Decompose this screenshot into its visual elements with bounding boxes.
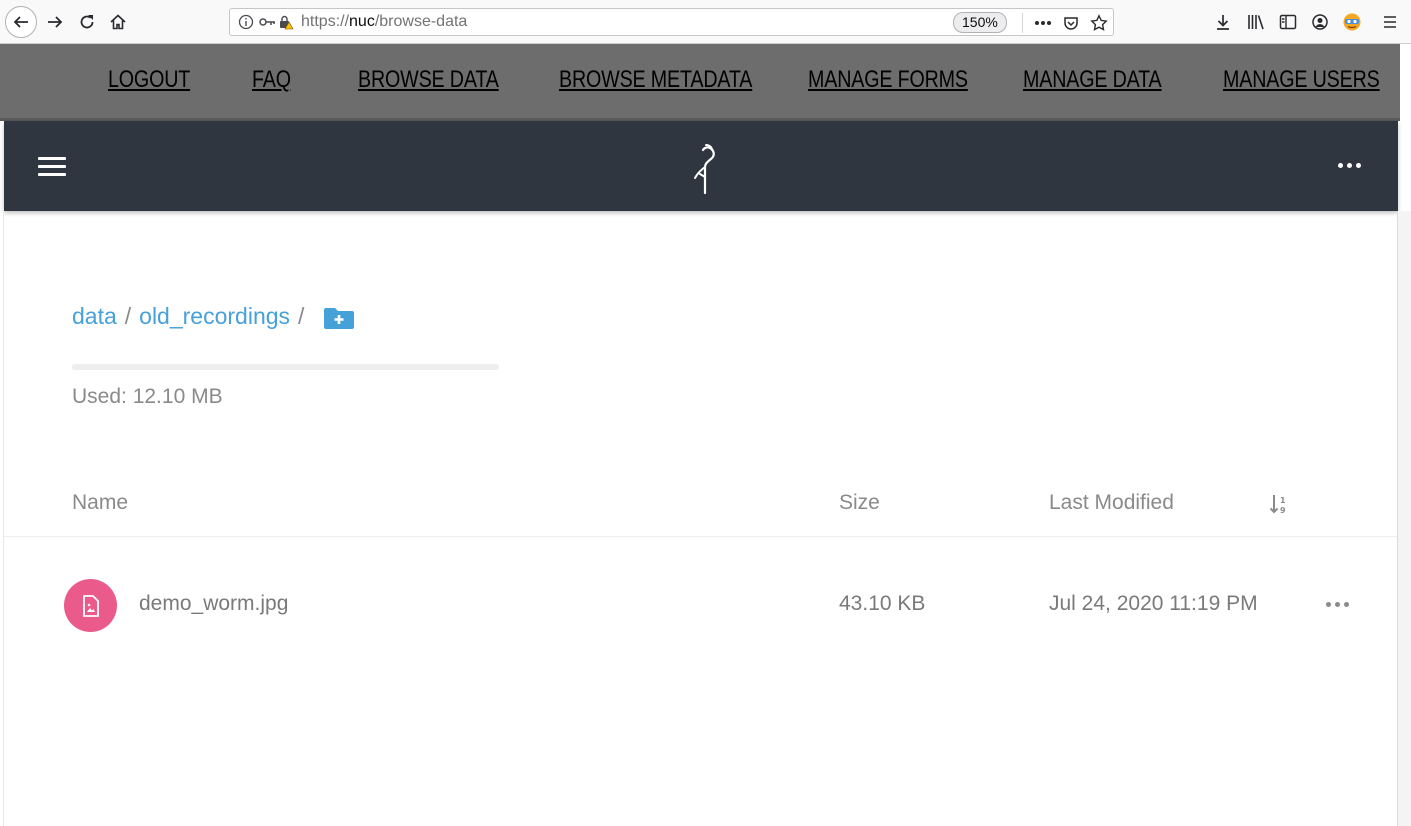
add-folder-icon[interactable] — [323, 306, 355, 330]
menu-link-logout[interactable]: LOGOUT — [108, 66, 190, 94]
image-file-icon[interactable] — [64, 579, 117, 632]
breadcrumb-item-data[interactable]: data — [72, 303, 117, 329]
back-icon[interactable] — [5, 6, 37, 38]
page-scrollbar[interactable] — [1397, 211, 1411, 826]
insecure-lock-icon[interactable] — [278, 14, 294, 34]
account-icon[interactable] — [1308, 10, 1332, 34]
hamburger-icon[interactable] — [38, 157, 68, 177]
url-separator — [1022, 13, 1023, 33]
table-row[interactable]: demo_worm.jpg 43.10 KB Jul 24, 2020 11:1… — [4, 560, 1397, 650]
menu-link-manage-forms[interactable]: MANAGE FORMS — [808, 66, 968, 94]
menu-icon[interactable] — [1378, 10, 1402, 34]
file-name[interactable]: demo_worm.jpg — [139, 592, 288, 616]
url-bar[interactable]: https://nuc/browse-data 150% — [229, 8, 1114, 36]
storage-used-label: Used: 12.10 MB — [72, 385, 223, 408]
row-more-options-icon[interactable] — [1326, 602, 1349, 607]
menu-link-manage-data[interactable]: MANAGE DATA — [1023, 66, 1162, 94]
breadcrumb-separator: / — [124, 303, 132, 329]
breadcrumb: data / old_recordings / — [72, 303, 312, 333]
file-size: 43.10 KB — [839, 592, 926, 615]
url-text[interactable]: https://nuc/browse-data — [301, 13, 467, 31]
bookmark-star-icon[interactable] — [1088, 12, 1110, 34]
menu-link-browse-metadata[interactable]: BROWSE METADATA — [559, 66, 752, 94]
column-header-name[interactable]: Name — [72, 491, 128, 515]
storage-usage-bar — [72, 364, 499, 370]
svg-text:1: 1 — [1280, 496, 1286, 505]
more-options-icon[interactable] — [1338, 157, 1368, 173]
forward-icon[interactable] — [40, 7, 70, 37]
column-header-last-modified[interactable]: Last Modified — [1049, 491, 1174, 515]
zoom-level-badge[interactable]: 150% — [953, 12, 1007, 33]
minio-logo — [692, 141, 720, 199]
browser-toolbar: https://nuc/browse-data 150% — [0, 0, 1411, 44]
sort-icon[interactable]: 19 — [1269, 493, 1289, 519]
page-actions-icon[interactable] — [1032, 12, 1054, 34]
menu-link-manage-users[interactable]: MANAGE USERS — [1223, 66, 1380, 94]
download-icon[interactable] — [1211, 10, 1235, 34]
menu-link-browse-data[interactable]: BROWSE DATA — [358, 66, 499, 94]
app-header — [4, 121, 1398, 211]
home-icon[interactable] — [103, 7, 133, 37]
pocket-icon[interactable] — [1060, 12, 1082, 34]
svg-text:9: 9 — [1280, 506, 1286, 515]
breadcrumb-separator: / — [298, 303, 305, 329]
library-icon[interactable] — [1244, 10, 1268, 34]
column-header-size[interactable]: Size — [839, 491, 880, 515]
extension-icon[interactable] — [1340, 10, 1364, 34]
table-header: Name Size Last Modified 19 — [4, 480, 1397, 537]
sidebar-icon[interactable] — [1276, 10, 1300, 34]
info-icon[interactable] — [238, 14, 254, 34]
reload-icon[interactable] — [72, 7, 102, 37]
site-top-menu: LOGOUT FAQ BROWSE DATA BROWSE METADATA M… — [0, 44, 1400, 118]
file-last-modified: Jul 24, 2020 11:19 PM — [1049, 592, 1258, 615]
key-icon[interactable] — [258, 14, 276, 34]
menu-link-faq[interactable]: FAQ — [252, 66, 291, 94]
breadcrumb-item-old-recordings[interactable]: old_recordings — [139, 303, 290, 329]
